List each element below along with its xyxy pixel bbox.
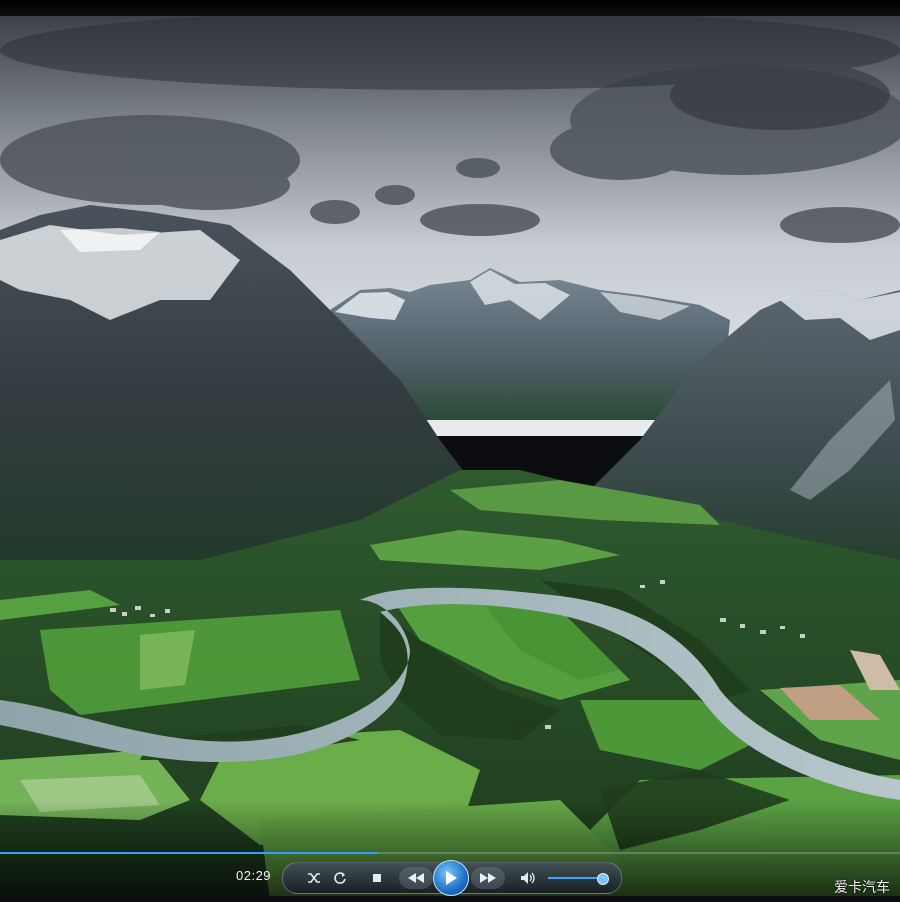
repeat-icon[interactable] bbox=[329, 867, 351, 889]
seek-bar[interactable] bbox=[0, 849, 900, 857]
elapsed-time: 02:29 bbox=[236, 868, 272, 883]
play-icon[interactable] bbox=[433, 860, 469, 896]
video-frame[interactable] bbox=[0, 0, 900, 902]
fast-forward-icon[interactable] bbox=[471, 867, 505, 889]
stop-icon[interactable] bbox=[367, 867, 387, 889]
seek-progress bbox=[0, 852, 378, 854]
window-top-bar bbox=[0, 0, 900, 16]
rewind-icon[interactable] bbox=[399, 867, 433, 889]
volume-slider[interactable] bbox=[548, 873, 609, 885]
watermark: 爱卡汽车 bbox=[834, 880, 890, 896]
shuffle-icon[interactable] bbox=[303, 867, 325, 889]
volume-handle[interactable] bbox=[597, 873, 609, 885]
volume-level bbox=[548, 877, 602, 879]
video-player: 02:29 爱卡汽车 bbox=[0, 0, 900, 902]
speaker-icon[interactable] bbox=[517, 867, 539, 889]
